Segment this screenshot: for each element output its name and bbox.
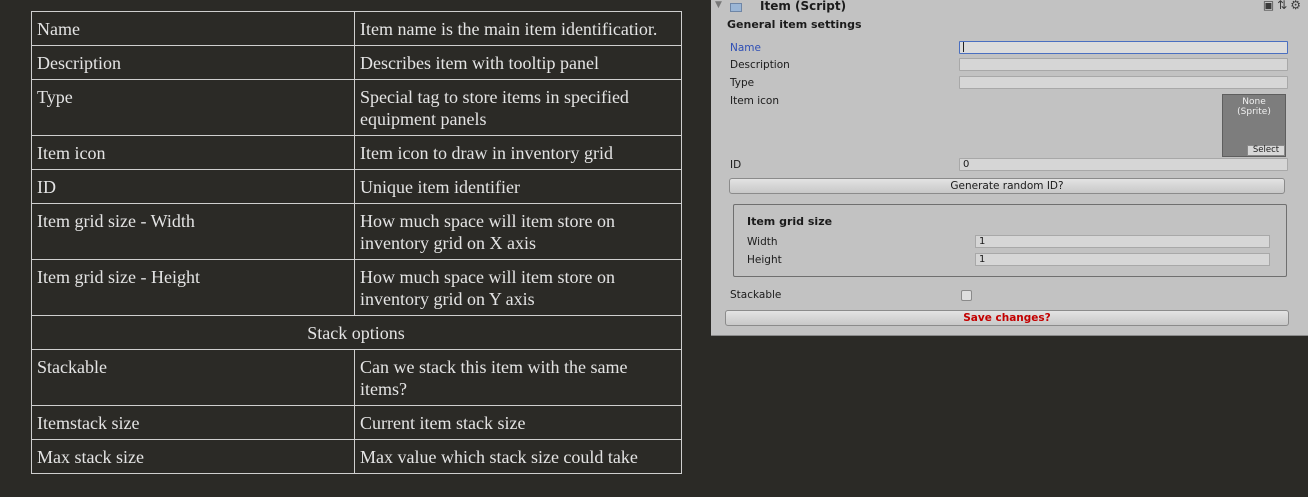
table-row: Stackable Can we stack this item with th… — [31, 349, 682, 406]
name-field[interactable] — [959, 41, 1288, 54]
type-label: Type — [730, 77, 755, 89]
sprite-select-button[interactable]: Select — [1247, 145, 1285, 156]
table-row: Item grid size - Height How much space w… — [31, 259, 682, 316]
table-row: ID Unique item identifier — [31, 169, 682, 204]
documentation-table: Name Item name is the main item identifi… — [31, 11, 682, 474]
component-title: Item (Script) — [760, 0, 847, 13]
table-cell-name: Name — [31, 11, 355, 46]
table-row: Description Describes item with tooltip … — [31, 45, 682, 80]
height-field[interactable]: 1 — [975, 253, 1270, 266]
width-label: Width — [747, 236, 778, 248]
table-cell-desc: Special tag to store items in specified … — [354, 79, 682, 136]
id-field[interactable]: 0 — [959, 158, 1288, 171]
table-cell-desc: How much space will item store on invent… — [354, 259, 682, 316]
table-cell-desc: Can we stack this item with the same ite… — [354, 349, 682, 406]
grid-size-group: Item grid size Width 1 Height 1 — [733, 204, 1287, 277]
script-icon — [730, 3, 742, 12]
table-cell-name: Item icon — [31, 135, 355, 170]
text-caret — [963, 42, 964, 52]
sprite-none-text: None (Sprite) — [1237, 97, 1271, 117]
sliders-icon[interactable]: ⇅ — [1277, 0, 1290, 12]
stackable-label: Stackable — [730, 289, 782, 301]
table-row: Max stack size Max value which stack siz… — [31, 439, 682, 474]
height-label: Height — [747, 254, 782, 266]
book-icon[interactable]: ▣ — [1263, 0, 1277, 12]
gear-icon[interactable]: ⚙ — [1290, 0, 1304, 12]
section-header: Stack options — [31, 315, 682, 350]
table-row: Item grid size - Width How much space wi… — [31, 203, 682, 260]
table-cell-desc: Item icon to draw in inventory grid — [354, 135, 682, 170]
table-row: Itemstack size Current item stack size — [31, 405, 682, 440]
triangle-down-icon[interactable]: ▼ — [715, 0, 722, 10]
table-row: Name Item name is the main item identifi… — [31, 11, 682, 46]
item-inspector-panel: ▼ Item (Script) ▣⇅⚙ General item setting… — [711, 0, 1308, 336]
generate-id-button[interactable]: Generate random ID? — [729, 178, 1285, 194]
width-field[interactable]: 1 — [975, 235, 1270, 248]
table-cell-desc: Describes item with tooltip panel — [354, 45, 682, 80]
stackable-checkbox[interactable] — [961, 290, 972, 301]
table-cell-desc: Item name is the main item identificatio… — [354, 11, 682, 46]
group-title: Item grid size — [747, 215, 833, 228]
save-changes-button[interactable]: Save changes? — [725, 310, 1289, 326]
table-cell-name: Item grid size - Height — [31, 259, 355, 316]
table-cell-name: Stackable — [31, 349, 355, 406]
table-cell-name: Item grid size - Width — [31, 203, 355, 260]
table-row: Type Special tag to store items in speci… — [31, 79, 682, 136]
sprite-object-field[interactable]: None (Sprite) Select — [1222, 94, 1286, 157]
name-label: Name — [730, 42, 761, 54]
table-cell-desc: Unique item identifier — [354, 169, 682, 204]
header-icons: ▣⇅⚙ — [1263, 0, 1304, 12]
table-row: Item icon Item icon to draw in inventory… — [31, 135, 682, 170]
description-label: Description — [730, 59, 790, 71]
table-cell-name: Itemstack size — [31, 405, 355, 440]
type-field[interactable] — [959, 76, 1288, 89]
item-icon-label: Item icon — [730, 95, 780, 107]
table-cell-name: Type — [31, 79, 355, 136]
id-label: ID — [730, 159, 742, 171]
table-cell-name: Max stack size — [31, 439, 355, 474]
table-cell-name: Description — [31, 45, 355, 80]
description-field[interactable] — [959, 58, 1288, 71]
table-cell-desc: Current item stack size — [354, 405, 682, 440]
table-cell-name: ID — [31, 169, 355, 204]
table-cell-desc: How much space will item store on invent… — [354, 203, 682, 260]
table-cell-desc: Max value which stack size could take — [354, 439, 682, 474]
component-header[interactable]: ▼ Item (Script) ▣⇅⚙ — [711, 0, 1308, 14]
table-section-row: Stack options — [31, 315, 682, 350]
section-title: General item settings — [727, 18, 862, 31]
